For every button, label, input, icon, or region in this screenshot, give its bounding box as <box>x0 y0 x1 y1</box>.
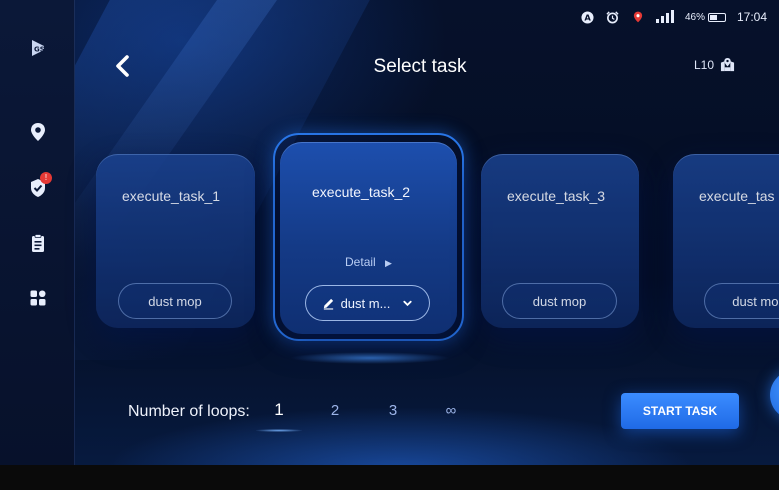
mode-label: dust m... <box>340 295 391 311</box>
mode-pill[interactable]: dust mop <box>704 283 779 319</box>
location-icon <box>31 123 45 141</box>
sidebar-item-location[interactable] <box>26 120 50 144</box>
task-select-screen: GS ! A 46% 17:04 Select task L10 execute… <box>0 0 779 465</box>
bottom-bezel <box>0 465 779 490</box>
sidebar-item-apps[interactable] <box>26 286 50 310</box>
notification-badge: ! <box>40 172 52 184</box>
task-name: execute_task_3 <box>507 188 606 204</box>
loops-label: Number of loops: <box>128 403 250 420</box>
battery-percent: 46% <box>684 11 705 23</box>
battery-icon <box>707 12 726 22</box>
svg-text:A: A <box>585 12 592 22</box>
selection-glow <box>290 352 450 364</box>
task-name: execute_tas <box>699 188 775 204</box>
signal-icon <box>655 10 674 23</box>
robot-selector[interactable]: L10 <box>694 57 735 72</box>
loop-selected-indicator <box>256 429 302 432</box>
svg-text:GS: GS <box>34 46 45 54</box>
detail-label: Detail <box>345 255 376 269</box>
detail-link[interactable]: Detail ▶ <box>280 255 457 269</box>
gs-logo-icon[interactable]: GS <box>26 36 50 60</box>
grid-icon <box>30 290 46 306</box>
mode-dropdown[interactable]: dust m... <box>305 285 430 321</box>
back-button[interactable] <box>110 52 138 80</box>
loop-option-infinite[interactable]: ∞ <box>439 402 463 419</box>
chevron-down-icon <box>403 300 413 306</box>
mode-pill[interactable]: dust mop <box>118 283 232 319</box>
clipboard-icon <box>32 234 44 252</box>
mode-label: dust mop <box>532 293 587 309</box>
a-circle-icon: A <box>581 10 595 24</box>
map-location-icon <box>720 57 735 72</box>
chevron-left-icon <box>116 55 129 77</box>
task-card[interactable]: execute_tas dust mop <box>673 154 779 328</box>
clock: 17:04 <box>736 10 767 24</box>
alarm-icon <box>606 10 620 24</box>
page-title: Select task <box>373 56 467 77</box>
loop-option-2[interactable]: 2 <box>323 402 347 419</box>
battery-indicator: 46% <box>685 12 726 23</box>
sidebar-item-reports[interactable] <box>26 231 50 255</box>
mode-label: dust mop <box>732 293 779 309</box>
robot-label: L10 <box>694 57 715 72</box>
pencil-icon <box>323 298 333 310</box>
mode-pill[interactable]: dust mop <box>502 283 617 319</box>
status-bar: A 46% 17:04 <box>581 10 767 24</box>
caret-right-icon: ▶ <box>385 258 392 268</box>
task-card-selected[interactable]: execute_task_2 Detail ▶ dust m... <box>280 142 457 334</box>
loop-option-1[interactable]: 1 <box>267 400 291 420</box>
mode-label: dust mop <box>148 293 202 309</box>
task-name: execute_task_2 <box>312 184 411 200</box>
sidebar-item-tasks[interactable]: ! <box>26 172 52 200</box>
loop-option-3[interactable]: 3 <box>381 402 405 419</box>
location-pin-icon <box>631 10 645 24</box>
start-task-button[interactable]: START TASK <box>621 393 739 429</box>
task-name: execute_task_1 <box>122 188 221 204</box>
task-card[interactable]: execute_task_3 dust mop <box>481 154 639 328</box>
floating-action-button[interactable] <box>770 370 779 420</box>
task-card[interactable]: execute_task_1 dust mop <box>96 154 255 328</box>
sidebar: GS ! <box>0 0 75 465</box>
